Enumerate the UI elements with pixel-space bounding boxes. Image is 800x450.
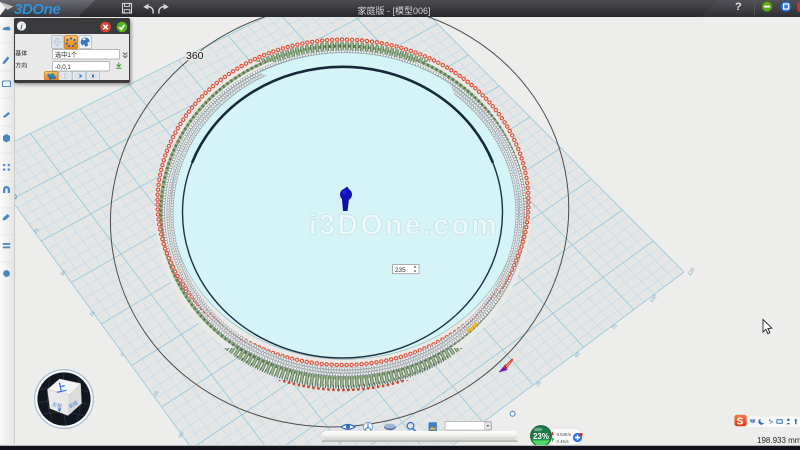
svg-text:0.04K/s: 0.04K/s: [557, 432, 572, 437]
svg-text:3DOne: 3DOne: [14, 1, 60, 17]
svg-text:方向: 方向: [15, 61, 27, 69]
svg-text:235: 235: [395, 267, 406, 274]
svg-text:120: 120: [687, 267, 697, 277]
svg-text:选中1个: 选中1个: [55, 50, 77, 58]
svg-text:中: 中: [751, 418, 755, 423]
svg-text:360: 360: [186, 50, 204, 62]
svg-text:23%: 23%: [533, 432, 549, 441]
svg-text:i3DOne.com: i3DOne.com: [309, 210, 499, 242]
svg-text:0.4K/s: 0.4K/s: [557, 439, 569, 444]
svg-text:基体: 基体: [15, 49, 27, 57]
svg-text:S: S: [737, 416, 744, 427]
svg-text:-0,0,1: -0,0,1: [55, 63, 71, 70]
